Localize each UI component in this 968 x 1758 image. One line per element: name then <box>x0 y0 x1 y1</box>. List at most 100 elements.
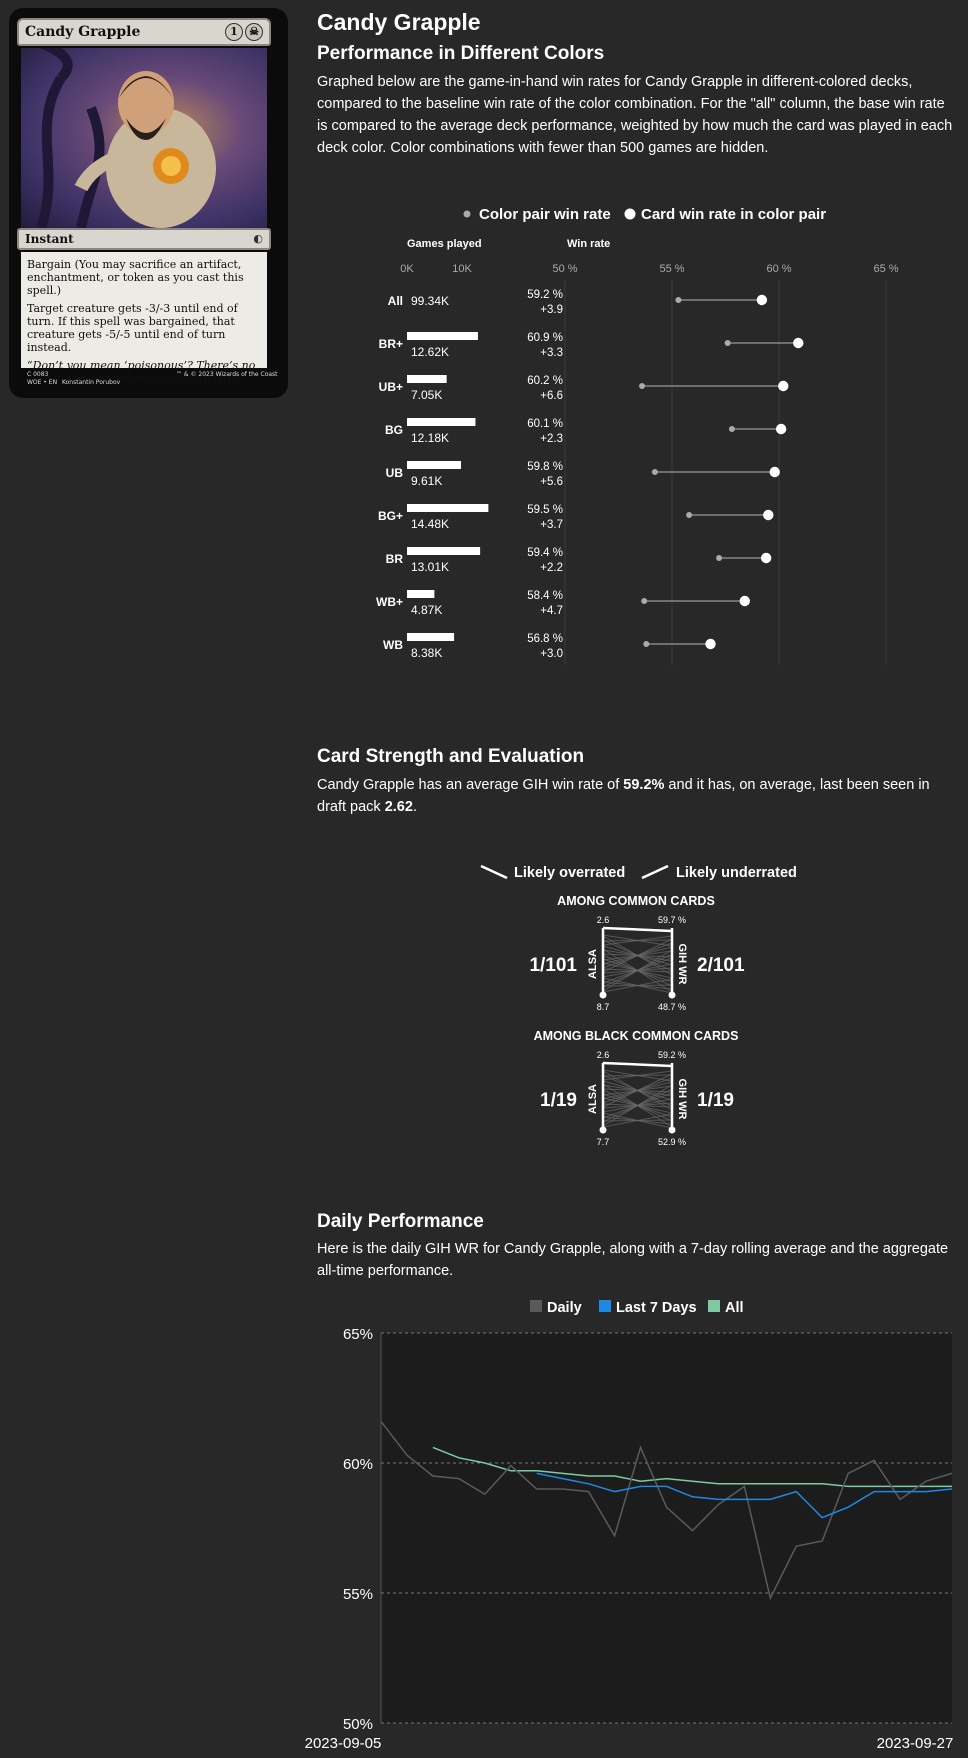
card-winrate-dot <box>775 423 787 435</box>
games-bar <box>407 461 462 469</box>
color-pair-label: UB <box>386 466 404 480</box>
strength-heading: Card Strength and Evaluation <box>317 746 585 767</box>
color-pair-winrate-dot <box>724 340 731 346</box>
wr-axis-end <box>668 1126 676 1134</box>
alsa-bottom-label: 8.7 <box>597 1002 610 1012</box>
color-pair-winrate-dot <box>686 512 693 518</box>
legend-color-pair-dot <box>463 210 471 218</box>
winrate-diff-label: +5.6 <box>540 476 563 488</box>
y-tick-label: 55% <box>343 1586 373 1603</box>
color-pair-winrate-dot <box>716 555 723 561</box>
y-tick-label: 60% <box>343 1456 373 1473</box>
colors-description: Graphed below are the game-in-hand win r… <box>317 74 953 156</box>
alsa-axis-end <box>599 1126 607 1134</box>
color-pair-winrate-dot <box>728 426 735 432</box>
winrate-label: 59.5 % <box>527 504 563 516</box>
alsa-axis-label: ALSA <box>587 949 599 979</box>
winrate-diff-label: +6.6 <box>540 390 563 402</box>
color-pair-row: BG 12.18K 60.1 % +2.3 <box>385 418 787 445</box>
alsa-top-label: 2.6 <box>597 1050 610 1060</box>
y-tick-label: 50% <box>343 1716 373 1733</box>
legend-last7-swatch <box>599 1300 611 1312</box>
strength-gih-wr: 59.2% <box>623 777 665 793</box>
win-rate-header: Win rate <box>567 238 610 250</box>
legend-card-wr-label: Card win rate in color pair <box>641 206 826 223</box>
legend-color-pair-label: Color pair win rate <box>479 206 611 223</box>
card-winrate-dot <box>739 595 750 607</box>
legend-all: All <box>725 1300 744 1316</box>
wr-bottom-label: 52.9 % <box>658 1137 686 1147</box>
games-played-header: Games played <box>407 238 482 250</box>
x-end-label: 2023-09-27 <box>877 1735 954 1752</box>
strength-alsa: 2.62 <box>384 799 413 815</box>
card-slope-line <box>602 926 673 933</box>
card-winrate-dot <box>760 552 772 564</box>
daily-heading: Daily Performance <box>317 1211 484 1232</box>
card-mana-cost: 1 ☠ <box>223 23 263 41</box>
x-start-label: 2023-09-05 <box>305 1735 382 1752</box>
alsa-rank: 1/19 <box>540 1090 577 1111</box>
slope-title: AMONG COMMON CARDS <box>557 894 715 908</box>
color-pair-winrate-dot <box>641 598 648 604</box>
winrate-diff-label: +3.0 <box>540 648 563 660</box>
other-card-line <box>602 939 673 942</box>
winrate-diff-label: +2.2 <box>540 562 563 574</box>
color-pair-label: BR <box>386 552 404 566</box>
underrated-line-icon <box>641 864 669 880</box>
color-pair-row: UB+ 7.05K 60.2 % +6.6 <box>379 375 789 402</box>
legend-last7: Last 7 Days <box>616 1300 697 1316</box>
winrate-diff-label: +4.7 <box>540 605 563 617</box>
color-pair-winrate-dot <box>643 641 650 647</box>
games-bar <box>407 547 481 555</box>
slope-title: AMONG BLACK COMMON CARDS <box>534 1029 739 1043</box>
card-winrate-dot <box>769 466 780 478</box>
wr-axis-end <box>668 991 676 999</box>
card-winrate-dot <box>763 509 774 521</box>
games-label: 99.34K <box>411 294 449 308</box>
line-chart-legend: Daily Last 7 Days All <box>530 1300 744 1316</box>
y-tick-label: 65% <box>343 1326 373 1343</box>
alsa-bottom-label: 7.7 <box>597 1137 610 1147</box>
card-winrate-dot <box>756 294 768 306</box>
color-pair-row: BR+ 12.62K 60.9 % +3.3 <box>379 332 804 359</box>
legend-daily: Daily <box>547 1300 582 1316</box>
winrate-diff-label: +3.3 <box>540 347 563 359</box>
games-label: 7.05K <box>411 388 442 402</box>
legend-card-wr-dot <box>624 208 636 220</box>
wr-axis-label: GIH WR <box>676 944 688 985</box>
evaluation-legend: Likely overrated Likely underrated <box>480 864 797 881</box>
legend-overrated: Likely overrated <box>514 865 625 881</box>
games-label: 12.18K <box>411 431 449 445</box>
plot-area <box>381 1333 952 1723</box>
color-pair-winrate-chart: Color pair win rate Card win rate in col… <box>376 206 899 665</box>
color-pair-label: BR+ <box>379 337 403 351</box>
card-slope-line <box>602 1061 673 1068</box>
wr-axis-label: GIH WR <box>676 1079 688 1120</box>
games-bar <box>407 332 478 340</box>
card-name: Candy Grapple <box>25 24 141 40</box>
card-name-bar: Candy Grapple 1 ☠ <box>17 18 271 46</box>
page-title: Candy Grapple <box>317 9 481 35</box>
strength-text-suffix: . <box>412 799 417 815</box>
alsa-top-label: 2.6 <box>597 915 610 925</box>
alsa-axis-label: ALSA <box>587 1084 599 1114</box>
wr-rank: 2/101 <box>697 955 745 976</box>
color-pair-label: WB <box>383 638 403 652</box>
black-common-slope-chart: AMONG BLACK COMMON CARDS 2.6 7.7 59.2 % 52.9… <box>534 1029 739 1147</box>
color-pair-row: WB 8.38K 56.8 % +3.0 <box>383 633 716 660</box>
card-winrate-dot <box>778 380 789 392</box>
games-bar <box>407 418 476 426</box>
winrate-tick-label: 65 % <box>873 263 898 275</box>
winrate-tick-label: 55 % <box>659 263 684 275</box>
color-pair-label: BG <box>385 423 403 437</box>
color-pair-row: UB 9.61K 59.8 % +5.6 <box>386 461 780 488</box>
winrate-diff-label: +3.7 <box>540 519 563 531</box>
legend-underrated: Likely underrated <box>676 865 797 881</box>
color-pair-winrate-dot <box>651 469 658 475</box>
alsa-axis-end <box>599 991 607 999</box>
games-label: 14.48K <box>411 517 449 531</box>
winrate-diff-label: +2.3 <box>540 433 563 445</box>
color-pair-label: UB+ <box>379 380 403 394</box>
strength-description: Candy Grapple has an average GIH win rat… <box>317 774 953 818</box>
winrate-tick-label: 60 % <box>766 263 791 275</box>
